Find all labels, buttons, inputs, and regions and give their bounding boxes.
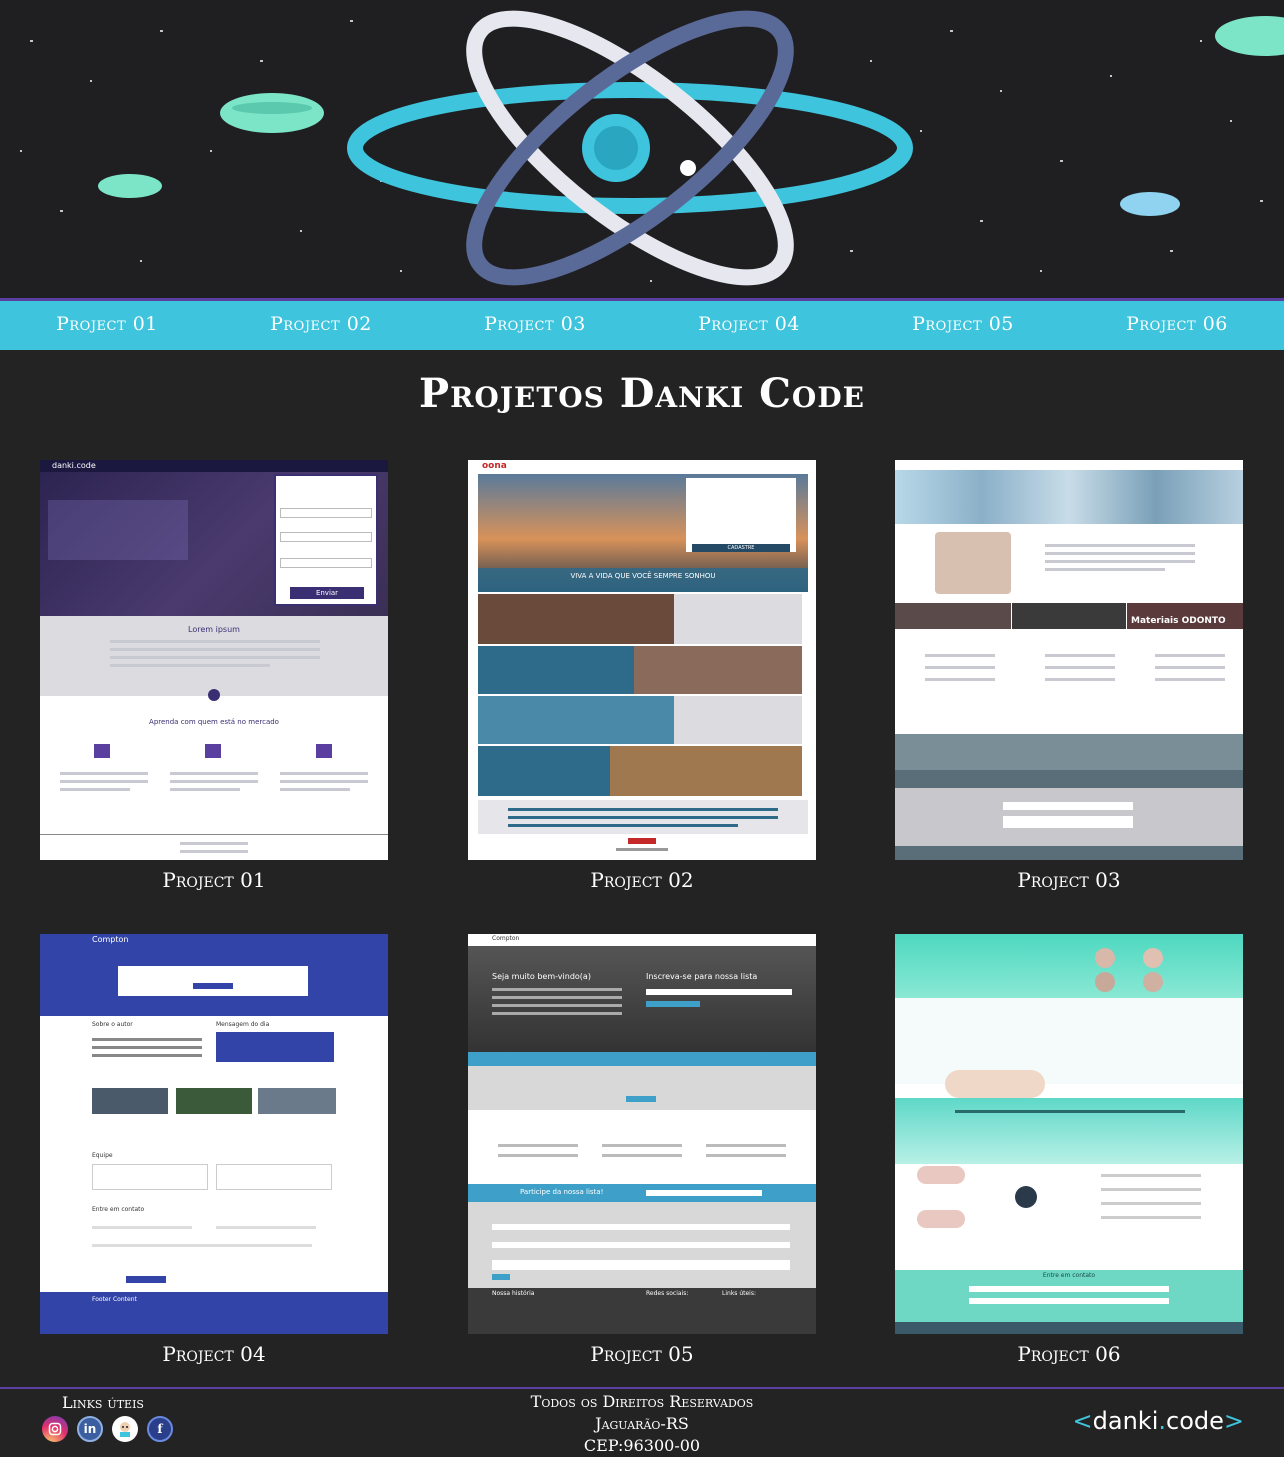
project-label-04[interactable]: Project 04 xyxy=(40,1342,388,1366)
nav-project-03[interactable]: Project 03 xyxy=(428,301,642,350)
thumb-brand: oona xyxy=(482,461,507,471)
page-footer: Links úteis in f Todos os Direitos Reser… xyxy=(0,1387,1284,1457)
thumb-history: Nossa história xyxy=(492,1290,535,1297)
project-thumbnail-04[interactable]: Compton Sobre o autor Mensagem do dia Eq… xyxy=(40,934,388,1334)
project-card-05[interactable]: Compton Seja muito bem-vindo(a) Inscreva… xyxy=(468,934,816,1366)
thumb-contact-heading: Entre em contato xyxy=(1042,1272,1096,1279)
planet-small-left xyxy=(98,174,162,198)
project-label-03[interactable]: Project 03 xyxy=(895,868,1243,892)
project-card-02[interactable]: oona CADASTRE VIVA A VIDA QUE VOCÊ SEMPR… xyxy=(468,460,816,892)
planet-right xyxy=(1215,16,1284,56)
thumb-badge: Materiais ODONTO xyxy=(1131,616,1226,626)
footer-cep: CEP:96300-00 xyxy=(583,1436,701,1455)
brand-bracket-left: < xyxy=(1072,1407,1093,1435)
nav-project-05[interactable]: Project 05 xyxy=(856,301,1070,350)
thumb-message-heading: Mensagem do dia xyxy=(216,1021,270,1028)
nav-project-01[interactable]: Project 01 xyxy=(0,301,214,350)
project-thumbnail-01[interactable]: danki.code Enviar Lorem ipsum Aprenda co… xyxy=(40,460,388,860)
thumb-brand: Compton xyxy=(492,935,520,942)
thumb-social: Redes sociais: xyxy=(646,1290,689,1297)
thumb-links: Links úteis: xyxy=(722,1290,756,1297)
thumb-tagline: VIVA A VIDA QUE VOCÊ SEMPRE SONHOU xyxy=(570,572,716,580)
project-thumbnail-05[interactable]: Compton Seja muito bem-vindo(a) Inscreva… xyxy=(468,934,816,1334)
project-label-01[interactable]: Project 01 xyxy=(40,868,388,892)
thumb-brand: danki.code xyxy=(52,461,96,470)
thumb-team-heading: Equipe xyxy=(92,1152,113,1159)
thumb-brand: Compton xyxy=(92,935,129,944)
thumb-send-button: Enviar xyxy=(290,587,364,599)
project-label-06[interactable]: Project 06 xyxy=(895,1342,1243,1366)
page-title: Projetos Danki Code xyxy=(419,370,865,417)
hero-banner xyxy=(0,0,1284,298)
nav-project-02[interactable]: Project 02 xyxy=(214,301,428,350)
brand-dot: . xyxy=(1158,1407,1166,1435)
project-label-02[interactable]: Project 02 xyxy=(468,868,816,892)
thumb-welcome: Seja muito bem-vindo(a) xyxy=(492,972,591,981)
astronaut-icon xyxy=(680,160,696,176)
project-card-04[interactable]: Compton Sobre o autor Mensagem do dia Eq… xyxy=(40,934,388,1366)
thumb-heading: Lorem ipsum xyxy=(188,625,240,634)
brand-bracket-right: > xyxy=(1223,1407,1244,1435)
thumb-cta: Participe da nossa lista! xyxy=(520,1188,604,1196)
thumb-register-button: CADASTRE xyxy=(692,544,790,552)
thumb-contact-heading: Entre em contato xyxy=(92,1206,145,1213)
thumb-footer-title: Footer Content xyxy=(92,1296,137,1303)
project-card-01[interactable]: danki.code Enviar Lorem ipsum Aprenda co… xyxy=(40,460,388,892)
atom-illustration xyxy=(20,10,1284,286)
project-thumbnail-02[interactable]: oona CADASTRE VIVA A VIDA QUE VOCÊ SEMPR… xyxy=(468,460,816,860)
project-card-03[interactable]: Materiais ODONTO Project 03 xyxy=(895,460,1243,892)
main-nav: Project 01 Project 02 Project 03 Project… xyxy=(0,298,1284,350)
danki-code-logo[interactable]: <danki.code> xyxy=(1073,1407,1244,1435)
project-thumbnail-06[interactable]: Entre em contato xyxy=(895,934,1243,1334)
brand-suffix: code xyxy=(1166,1407,1224,1435)
project-thumbnail-03[interactable]: Materiais ODONTO xyxy=(895,460,1243,860)
brand-name: danki xyxy=(1092,1407,1159,1435)
planet-small-right xyxy=(1120,192,1180,216)
project-card-06[interactable]: Entre em contato Project 06 xyxy=(895,934,1243,1366)
thumb-subheading: Aprenda com quem está no mercado xyxy=(149,718,279,726)
thumb-subscribe: Inscreva-se para nossa lista xyxy=(646,972,758,981)
nav-project-04[interactable]: Project 04 xyxy=(642,301,856,350)
thumb-about-heading: Sobre o autor xyxy=(92,1021,133,1028)
nav-project-06[interactable]: Project 06 xyxy=(1070,301,1284,350)
project-label-05[interactable]: Project 05 xyxy=(468,1342,816,1366)
